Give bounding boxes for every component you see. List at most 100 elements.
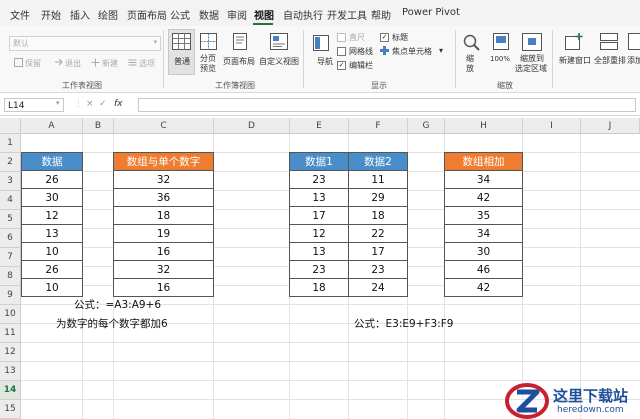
table-cell[interactable]: 10	[21, 242, 83, 261]
arrange-all-button[interactable]: 全部重排	[594, 55, 626, 66]
table-cell[interactable]: 32	[113, 260, 214, 279]
row-header-8[interactable]: 8	[0, 267, 21, 286]
row-header-6[interactable]: 6	[0, 229, 21, 248]
column-header-d[interactable]: D	[214, 118, 290, 134]
menu-review[interactable]: 审阅	[227, 7, 247, 22]
table-cell[interactable]: 35	[444, 206, 523, 225]
row-header-13[interactable]: 13	[0, 362, 21, 381]
row-header-2[interactable]: 2	[0, 153, 21, 172]
worksheet-grid[interactable]: A B C D E F G H I J 1 2 3 4 5 6 7 8 9 10…	[0, 118, 640, 419]
row-header-14[interactable]: 14	[0, 381, 21, 400]
column-header-c[interactable]: C	[114, 118, 214, 134]
menu-home[interactable]: 开始	[41, 7, 61, 22]
table-cell[interactable]: 30	[21, 188, 83, 207]
table-cell[interactable]: 13	[21, 224, 83, 243]
table-cell[interactable]: 46	[444, 260, 523, 279]
row-header-5[interactable]: 5	[0, 210, 21, 229]
chevron-down-icon[interactable]: ▾	[56, 99, 60, 107]
row-header-3[interactable]: 3	[0, 172, 21, 191]
table-cell[interactable]: 42	[444, 188, 523, 207]
column-header-a[interactable]: A	[21, 118, 83, 134]
table-cell[interactable]: 18	[113, 206, 214, 225]
formula-note-2[interactable]: 公式：E3:E9+F3:F9	[354, 316, 453, 331]
row-header-12[interactable]: 12	[0, 343, 21, 362]
table-header-cell[interactable]: 数组相加	[444, 152, 523, 171]
sheet-view-combo[interactable]: 默认 ▾	[9, 36, 161, 51]
select-all-corner[interactable]	[0, 118, 21, 134]
focus-cell-button[interactable]: 焦点单元格	[392, 46, 432, 57]
navigation-button[interactable]: 导航	[317, 56, 333, 67]
table-cell[interactable]: 30	[444, 242, 523, 261]
table-cell[interactable]: 17	[348, 242, 408, 261]
row-header-11[interactable]: 11	[0, 324, 21, 343]
table-cell[interactable]: 18	[348, 206, 408, 225]
menu-automate[interactable]: 自动执行	[283, 7, 323, 22]
table-cell[interactable]: 13	[289, 242, 349, 261]
zoom-button-label-2[interactable]: 放	[466, 63, 474, 74]
table-cell[interactable]: 23	[289, 170, 349, 189]
table-header-cell[interactable]: 数据	[21, 152, 83, 171]
cancel-icon[interactable]: ×	[86, 99, 94, 109]
exit-button[interactable]: 退出	[65, 58, 81, 69]
table-cell[interactable]: 11	[348, 170, 408, 189]
table-cell[interactable]: 24	[348, 278, 408, 297]
menu-formulas[interactable]: 公式	[170, 7, 190, 22]
table-cell[interactable]: 19	[113, 224, 214, 243]
table-cell[interactable]: 29	[348, 188, 408, 207]
table-cell[interactable]: 23	[348, 260, 408, 279]
formula-note-1[interactable]: 公式：=A3:A9+6	[74, 297, 161, 312]
table-cell[interactable]: 10	[21, 278, 83, 297]
column-header-g[interactable]: G	[408, 118, 445, 134]
menu-view[interactable]: 视图	[254, 7, 274, 22]
table-cell[interactable]: 12	[289, 224, 349, 243]
zoom-selection-label-2[interactable]: 选定区域	[515, 63, 547, 74]
new-window-button[interactable]: 新建窗口	[559, 55, 591, 66]
row-header-1[interactable]: 1	[0, 134, 21, 153]
menu-power-pivot[interactable]: Power Pivot	[402, 7, 460, 18]
description-note-1[interactable]: 为数字的每个数字都加6	[56, 316, 168, 331]
table-cell[interactable]: 36	[113, 188, 214, 207]
formula-input[interactable]	[138, 98, 636, 112]
options-button[interactable]: 选项	[139, 58, 155, 69]
menu-data[interactable]: 数据	[199, 7, 219, 22]
menu-draw[interactable]: 绘图	[98, 7, 118, 22]
table-header-cell[interactable]: 数据2	[348, 152, 408, 171]
table-cell[interactable]: 18	[289, 278, 349, 297]
table-cell[interactable]: 26	[21, 260, 83, 279]
menu-insert[interactable]: 插入	[70, 7, 90, 22]
row-header-15[interactable]: 15	[0, 400, 21, 419]
table-cell[interactable]: 13	[289, 188, 349, 207]
enter-icon[interactable]: ✓	[99, 99, 107, 109]
headings-checkbox[interactable]: ✓	[380, 33, 389, 42]
table-cell[interactable]: 32	[113, 170, 214, 189]
name-box[interactable]: L14	[4, 98, 64, 112]
page-break-label-2[interactable]: 预览	[200, 63, 216, 74]
column-header-e[interactable]: E	[290, 118, 349, 134]
table-cell[interactable]: 34	[444, 224, 523, 243]
gridlines-checkbox[interactable]	[337, 47, 346, 56]
table-cell[interactable]: 12	[21, 206, 83, 225]
keep-button[interactable]: 保留	[25, 58, 41, 69]
table-cell[interactable]: 16	[113, 278, 214, 297]
table-cell[interactable]: 17	[289, 206, 349, 225]
chevron-down-icon[interactable]: ▾	[439, 46, 443, 55]
table-cell[interactable]: 26	[21, 170, 83, 189]
custom-views-button[interactable]: 自定义视图	[259, 56, 299, 67]
table-header-cell[interactable]: 数据1	[289, 152, 349, 171]
new-button[interactable]: 新建	[102, 58, 118, 69]
table-cell[interactable]: 42	[444, 278, 523, 297]
insert-function-icon[interactable]: fx	[114, 99, 123, 109]
table-cell[interactable]: 16	[113, 242, 214, 261]
row-header-10[interactable]: 10	[0, 305, 21, 324]
column-header-b[interactable]: B	[83, 118, 114, 134]
table-header-cell[interactable]: 数组与单个数字	[113, 152, 214, 171]
menu-developer[interactable]: 开发工具	[327, 7, 367, 22]
menu-help[interactable]: 帮助	[371, 7, 391, 22]
column-header-f[interactable]: F	[349, 118, 408, 134]
table-cell[interactable]: 22	[348, 224, 408, 243]
add-button[interactable]: 添加	[627, 55, 640, 66]
row-header-7[interactable]: 7	[0, 248, 21, 267]
zoom-100-button[interactable]: 100%	[490, 55, 510, 63]
table-cell[interactable]: 34	[444, 170, 523, 189]
column-header-j[interactable]: J	[581, 118, 640, 134]
